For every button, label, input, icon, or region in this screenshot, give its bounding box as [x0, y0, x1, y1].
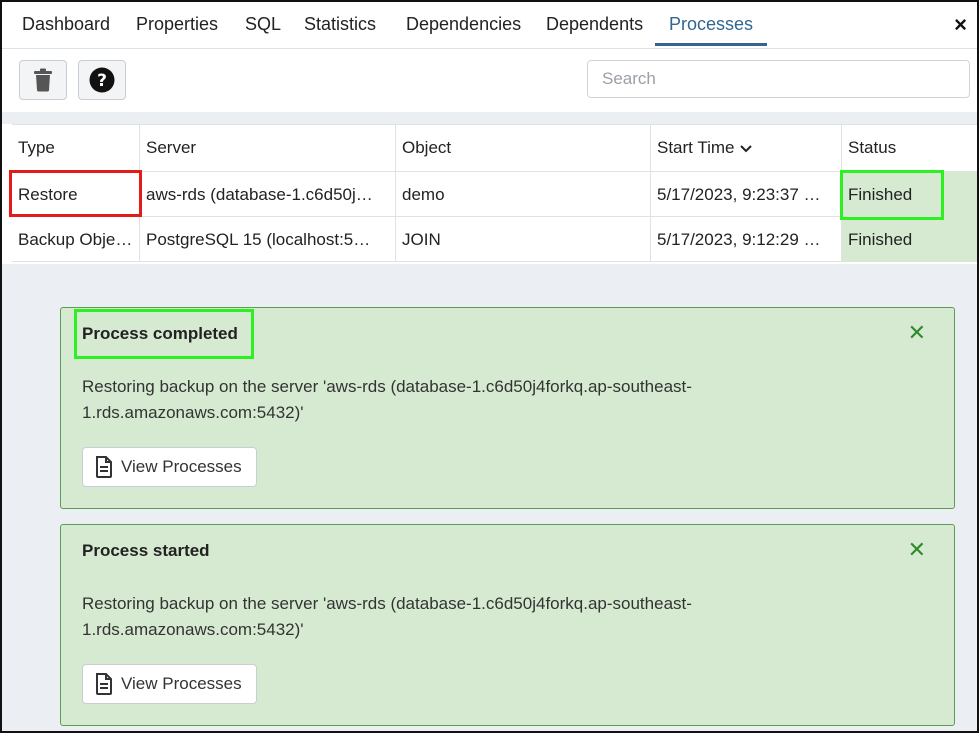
close-notification-icon[interactable]: ✕	[908, 322, 926, 344]
table-header-row: Type Server Object Start Time Status	[12, 124, 977, 173]
help-circle-icon: ?	[89, 67, 115, 93]
notification-title: Process started	[82, 541, 210, 560]
column-header-object[interactable]: Object	[396, 125, 651, 173]
view-processes-button[interactable]: View Processes	[82, 664, 257, 704]
file-text-icon	[96, 673, 112, 695]
column-header-type[interactable]: Type	[12, 125, 140, 173]
close-notification-icon[interactable]: ✕	[908, 539, 926, 561]
tab-dependencies[interactable]: Dependencies	[406, 14, 521, 35]
cell-object: demo	[396, 172, 651, 217]
close-panel-icon[interactable]: ×	[954, 14, 967, 36]
notification-process-started: Process started ✕ Restoring backup on th…	[60, 524, 955, 726]
tab-sql[interactable]: SQL	[245, 14, 281, 35]
column-header-server[interactable]: Server	[140, 125, 396, 173]
view-processes-button[interactable]: View Processes	[82, 447, 257, 487]
cell-server: aws-rds (database-1.c6d50j…	[140, 172, 396, 217]
column-header-start-time-label: Start Time	[657, 138, 735, 157]
tab-statistics[interactable]: Statistics	[304, 14, 376, 35]
svg-text:?: ?	[97, 71, 107, 91]
column-header-start-time[interactable]: Start Time	[651, 125, 842, 173]
separator-band	[2, 112, 977, 124]
view-processes-label: View Processes	[121, 457, 242, 476]
processes-panel: Dashboard Properties SQL Statistics Depe…	[0, 0, 979, 733]
cell-start-time: 5/17/2023, 9:23:37 …	[651, 172, 842, 217]
cell-start-time: 5/17/2023, 9:12:29 …	[651, 217, 842, 262]
notification-process-completed: Process completed ✕ Restoring backup on …	[60, 307, 955, 509]
cell-status: Finished	[842, 172, 977, 217]
tab-properties[interactable]: Properties	[136, 14, 218, 35]
cell-type: Restore	[12, 172, 140, 217]
table-row[interactable]: Backup Obje… PostgreSQL 15 (localhost:5……	[12, 217, 977, 262]
delete-button[interactable]	[19, 60, 67, 100]
tab-bar: Dashboard Properties SQL Statistics Depe…	[2, 2, 977, 49]
view-processes-label: View Processes	[121, 674, 242, 693]
column-header-status[interactable]: Status	[842, 125, 977, 173]
chevron-down-icon	[740, 144, 753, 152]
notification-message: Restoring backup on the server 'aws-rds …	[82, 377, 692, 422]
notification-title: Process completed	[82, 324, 238, 343]
trash-icon	[34, 68, 52, 92]
toolbar: ?	[2, 50, 977, 112]
cell-object: JOIN	[396, 217, 651, 262]
cell-status: Finished	[842, 217, 977, 262]
file-text-icon	[96, 456, 112, 478]
help-button[interactable]: ?	[78, 60, 126, 100]
table-row[interactable]: Restore aws-rds (database-1.c6d50j… demo…	[12, 172, 977, 217]
tab-dashboard[interactable]: Dashboard	[22, 14, 110, 35]
tab-dependents[interactable]: Dependents	[546, 14, 643, 35]
tab-processes[interactable]: Processes	[669, 14, 753, 35]
active-tab-indicator	[655, 43, 767, 46]
notification-message: Restoring backup on the server 'aws-rds …	[82, 594, 692, 639]
cell-server: PostgreSQL 15 (localhost:5…	[140, 217, 396, 262]
search-input[interactable]	[587, 60, 970, 98]
cell-type: Backup Obje…	[12, 217, 140, 262]
